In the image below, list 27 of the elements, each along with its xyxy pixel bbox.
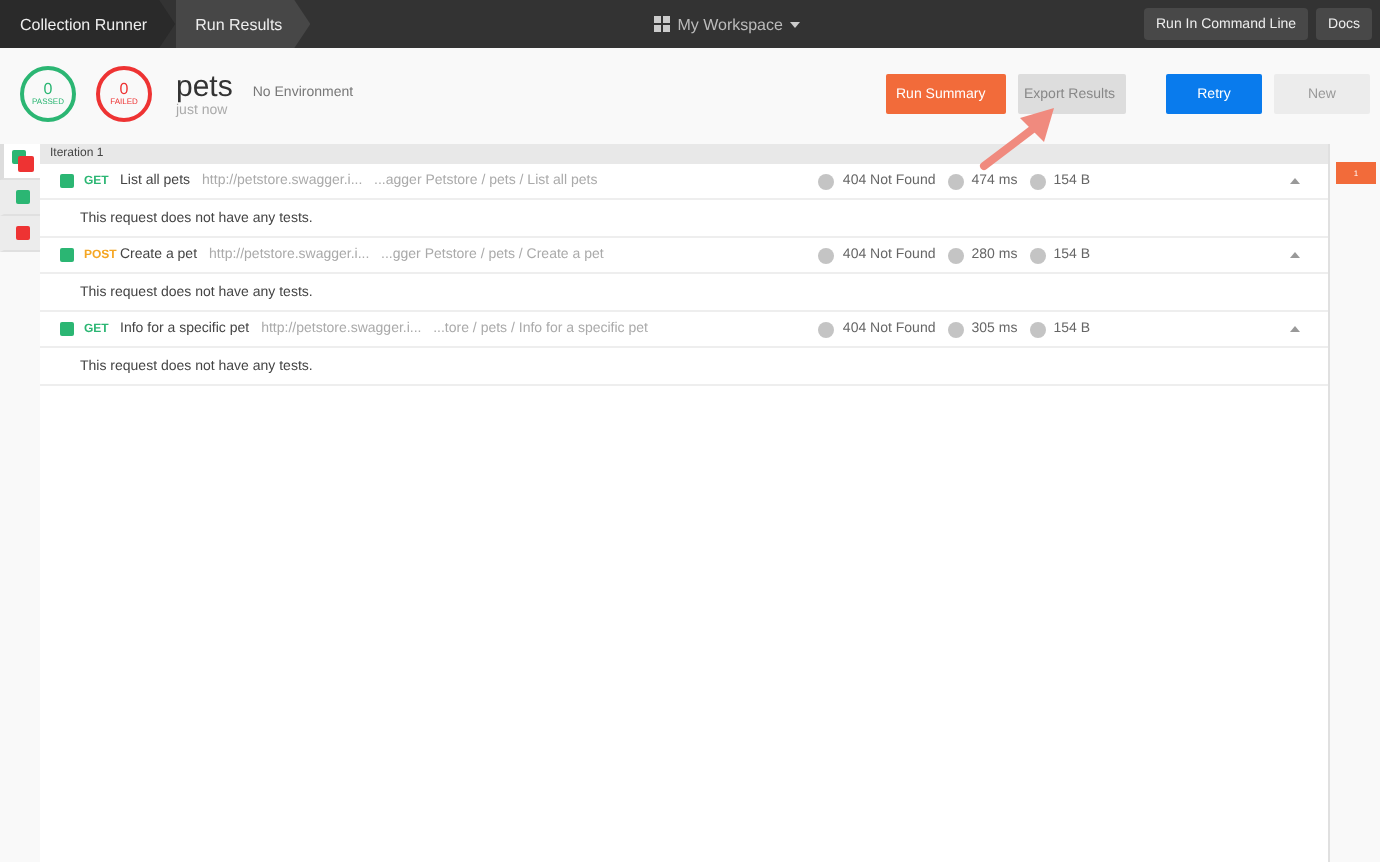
passed-status-icon [15, 190, 29, 204]
failed-status-icon [15, 226, 29, 240]
time-dot-icon [947, 321, 964, 337]
request-status-icon [60, 248, 74, 262]
grid-icon [653, 16, 670, 32]
iteration-tab[interactable] [0, 144, 40, 180]
collapse-icon[interactable] [1290, 326, 1300, 332]
iteration-tab[interactable] [0, 180, 40, 216]
status-dot-icon [818, 321, 835, 337]
collapse-icon[interactable] [1290, 178, 1300, 184]
status-dot-icon [818, 173, 835, 189]
breadcrumb-tab[interactable]: Run Results [175, 0, 311, 48]
size-dot-icon [1029, 321, 1046, 337]
workspace-dropdown[interactable]: My Workspace [653, 15, 801, 33]
breadcrumb-tab[interactable]: Collection Runner [0, 0, 176, 48]
time-dot-icon [947, 173, 964, 189]
request-status-icon [60, 174, 74, 188]
iteration-tab[interactable] [0, 216, 40, 252]
size-dot-icon [1029, 247, 1046, 263]
size-dot-icon [1029, 173, 1046, 189]
time-dot-icon [947, 247, 964, 263]
status-dot-icon [818, 247, 835, 263]
request-status-icon [60, 322, 74, 336]
caret-icon [790, 21, 801, 27]
collapse-icon[interactable] [1290, 252, 1300, 258]
collection-name: pets [176, 70, 233, 104]
mixed-status-icon [11, 150, 33, 172]
